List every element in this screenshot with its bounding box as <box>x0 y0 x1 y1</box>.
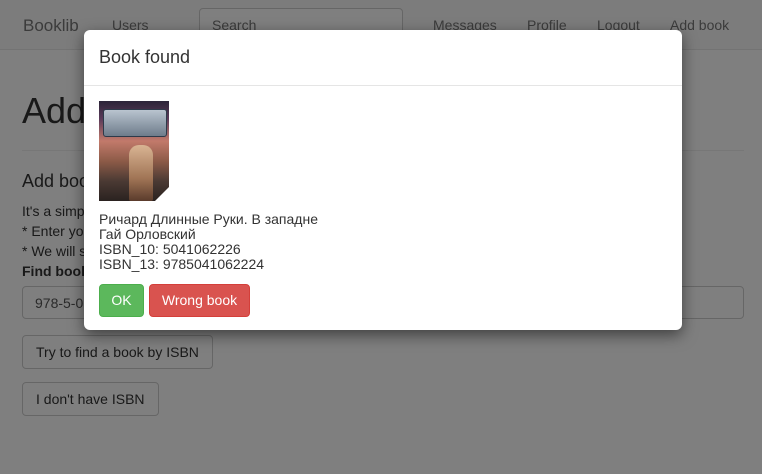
modal-body: Ричард Длинные Руки. В западне Гай Орлов… <box>84 86 682 332</box>
book-found-modal: Book found Ричард Длинные Руки. В западн… <box>84 30 682 330</box>
cover-corner <box>155 187 169 201</box>
cover-figure <box>129 145 153 201</box>
cover-title-banner <box>103 109 167 137</box>
book-isbn13: ISBN_13: 9785041062224 <box>99 256 265 272</box>
modal-buttons: OK Wrong book <box>99 284 667 317</box>
book-title: Ричард Длинные Руки. В западне <box>99 211 318 227</box>
modal-title: Book found <box>99 47 191 67</box>
book-author: Гай Орловский <box>99 226 196 242</box>
book-isbn10: ISBN_10: 5041062226 <box>99 241 241 257</box>
book-cover-image <box>99 101 169 201</box>
ok-button[interactable]: OK <box>99 284 144 317</box>
modal-header: Book found <box>84 30 682 86</box>
wrong-book-button[interactable]: Wrong book <box>149 284 250 317</box>
